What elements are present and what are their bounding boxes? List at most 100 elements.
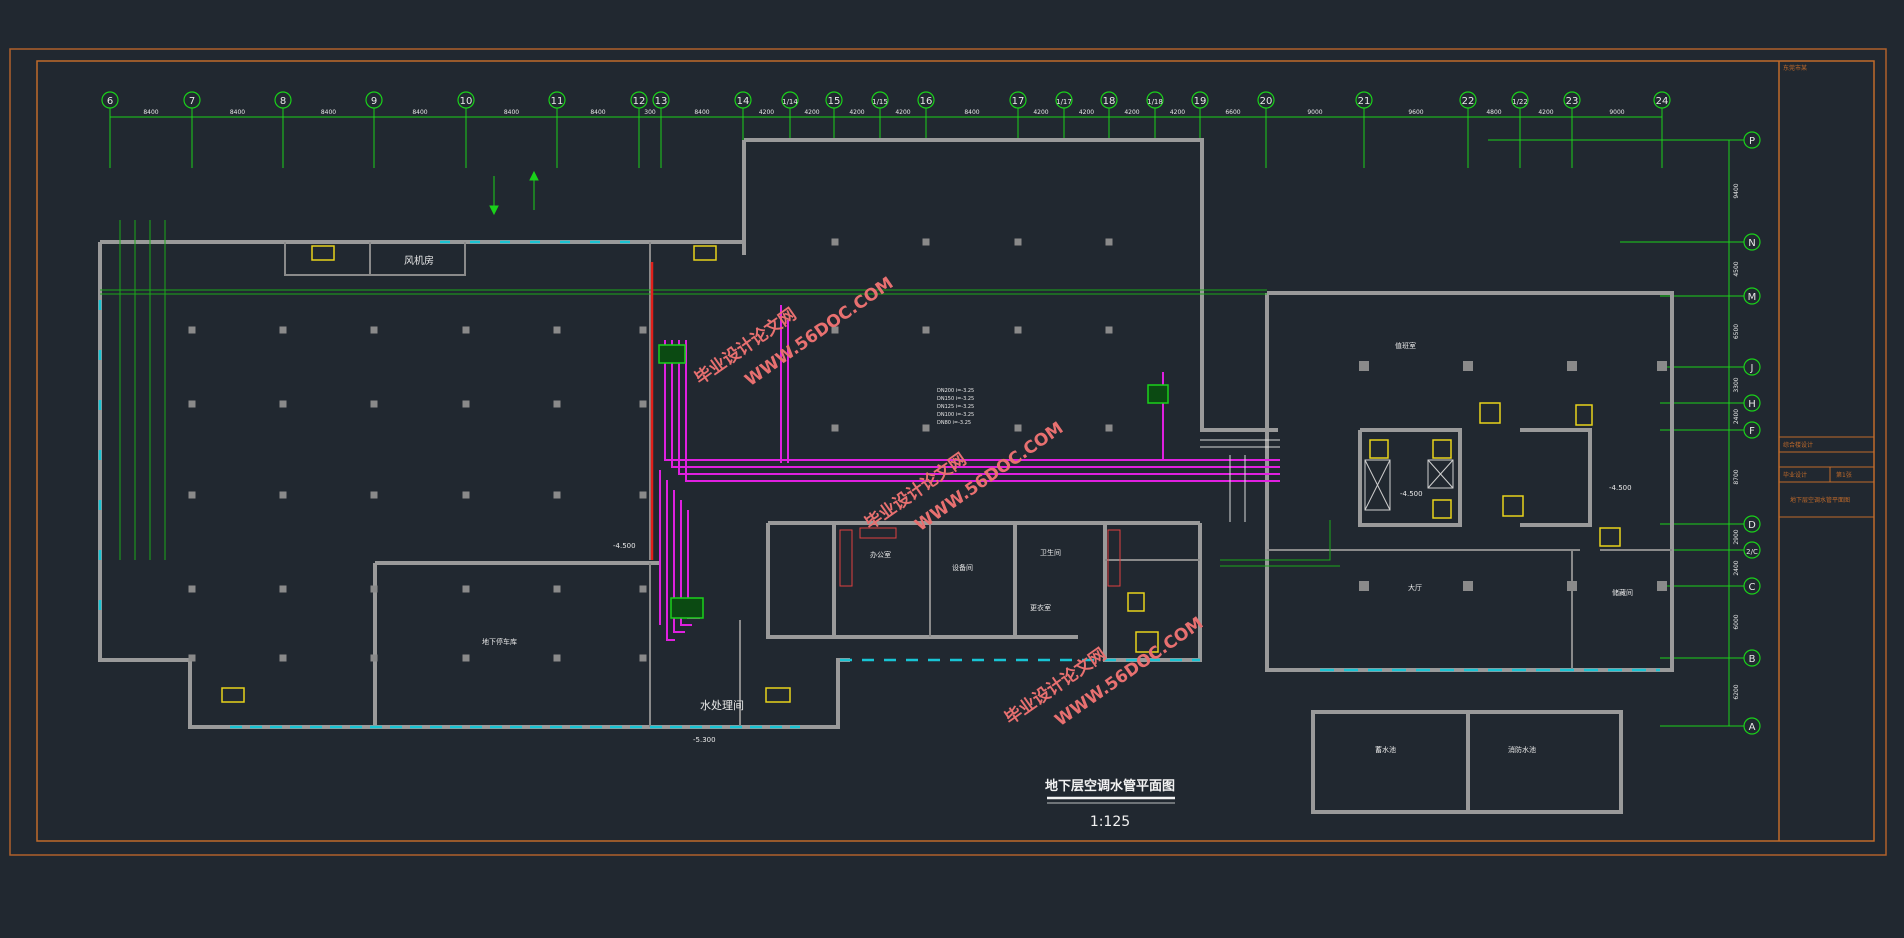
col-grid-label: 16 [920,96,933,107]
column-post [553,400,561,408]
column-post [639,654,647,662]
row-grid-label: N [1748,238,1755,249]
col-dim-label: 4200 [1033,109,1048,116]
column-post [553,585,561,593]
col-grid-label: 1/22 [1512,98,1528,106]
elevator-shafts [1364,459,1454,511]
column-post [370,326,378,334]
column-post [462,326,470,334]
magenta-pipe-bundle [659,305,1280,641]
row-dim-label: 8700 [1733,469,1740,484]
col-dim-label: 8400 [230,109,245,116]
row-grid-label: P [1749,136,1755,147]
row-grid-label: C [1749,582,1756,593]
col-grid-label: 20 [1260,96,1273,107]
col-grid-label: 11 [551,96,564,107]
column-post [553,654,561,662]
col-dim-label: 6600 [1225,109,1240,116]
col-dim-label: 4200 [1079,109,1094,116]
row-dim-label: 3300 [1733,377,1740,392]
building-walls [98,138,1674,814]
elevation-1: -5.300 [693,736,716,744]
title-block: 东莞市某 综合楼设计 毕业设计 第1张 地下层空调水管平面图 [1779,64,1874,518]
column-post [922,424,930,432]
room-label-main-hall: 地下停车库 [482,637,517,646]
pipe-notes: DN200 i=-3.25 DN150 i=-3.25 DN125 i=-3.2… [937,388,974,426]
column-post [188,491,196,499]
col-dim-label: 300 [644,109,656,116]
col-dim-label: 4200 [1124,109,1139,116]
section-arrow [489,170,539,216]
column-post [370,491,378,499]
cad-viewport[interactable]: 东莞市某 综合楼设计 毕业设计 第1张 地下层空调水管平面图 6 7 8 9 10 11 1… [0,0,1904,934]
col-grid-label: 8 [280,96,286,107]
col-grid-label: 21 [1358,96,1371,107]
column-post [831,424,839,432]
room-label-water: 水处理间 [700,699,744,712]
row-dim-label: 6000 [1733,614,1740,629]
room-label-equipment: 设备间 [952,563,973,572]
outer-sheet-border [9,48,1887,856]
column-post [639,400,647,408]
column-post [279,585,287,593]
row-grid-label: J [1750,363,1754,374]
col-grid-label: 14 [737,96,750,107]
row-dim-label: 9400 [1733,183,1740,198]
room-label-right-office: 值班室 [1395,341,1416,350]
row-dim-label: 2400 [1733,409,1740,424]
col-dim-label: 4200 [1170,109,1185,116]
col-dim-label: 4200 [759,109,774,116]
col-grid-label: 22 [1462,96,1475,107]
column-post [1105,238,1113,246]
column-post [1463,581,1473,591]
row-grid-label: A [1749,722,1756,733]
room-label-fan: 风机房 [404,254,434,267]
column-post [188,400,196,408]
column-post [370,585,378,593]
col-grid-label: 19 [1194,96,1207,107]
column-post [831,238,839,246]
room-label-fire-pool: 消防水池 [1508,745,1536,754]
column-post [1014,238,1022,246]
pipe-note-1: DN200 i=-3.25 [937,388,974,394]
column-post [279,326,287,334]
col-grid-label: 13 [655,96,668,107]
title-block-header: 东莞市某 [1783,64,1807,72]
col-grid-label: 1/18 [1147,98,1163,106]
row-dim-label: 2900 [1733,529,1740,544]
col-dim-label: 9000 [1307,109,1322,116]
window-openings [98,240,1660,729]
watermarks: 毕业设计论文网 WWW.56DOC.COM 毕业设计论文网 WWW.56DOC.… [691,273,1207,731]
column-post [188,654,196,662]
col-grid-label: 6 [107,96,113,107]
row-grid-label: H [1748,399,1756,410]
row-grid: P N M J H F D 2/C C B A 9400 4500 6500 3300 2400 8700 290… [1488,131,1761,735]
column-post [370,654,378,662]
col-dim-label: 4200 [849,109,864,116]
elevation-4: -4.500 [1609,484,1632,492]
col-dim-label: 4200 [1538,109,1553,116]
col-grid-label: 9 [371,96,377,107]
drawing-scale: 1:125 [1090,814,1130,830]
column-post [1359,581,1369,591]
structural-columns [188,238,1667,662]
column-post [279,491,287,499]
col-grid-label: 15 [828,96,841,107]
col-dim-label: 8400 [694,109,709,116]
column-post [462,400,470,408]
title-block-project: 综合楼设计 [1783,441,1813,449]
col-dim-label: 8400 [964,109,979,116]
pipe-note-3: DN125 i=-3.25 [937,404,974,410]
column-post [922,326,930,334]
title-block-sheet-no: 第1张 [1836,471,1852,479]
column-post [462,491,470,499]
pipe-note-2: DN150 i=-3.25 [937,396,974,402]
room-label-reservoir: 蓄水池 [1375,745,1396,754]
title-block-drawing-name: 地下层空调水管平面图 [1790,496,1850,504]
col-grid-label: 24 [1656,96,1669,107]
row-dim-label: 6200 [1733,684,1740,699]
col-grid-label: 23 [1566,96,1579,107]
col-dim-label: 4200 [804,109,819,116]
column-post [462,585,470,593]
col-grid-label: 12 [633,96,646,107]
